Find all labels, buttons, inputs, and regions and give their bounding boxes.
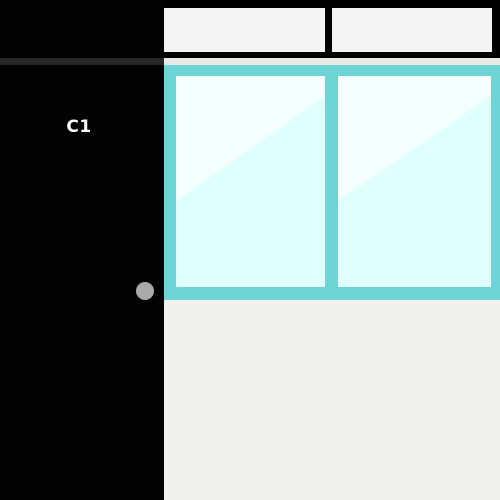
window-frame [164,65,500,300]
top-panel-right [332,8,492,52]
window-pane-left [176,76,325,287]
window-pane-right [338,76,491,287]
door-handle[interactable] [136,282,154,300]
glare-left [176,76,325,201]
door-top-strip [0,58,164,65]
door-panel[interactable] [0,0,164,500]
wall-divider [164,58,500,65]
glare-right [338,76,491,201]
door-label: C1 [66,117,92,137]
room-scene: C1 [0,0,500,500]
top-panel-left [164,8,325,52]
